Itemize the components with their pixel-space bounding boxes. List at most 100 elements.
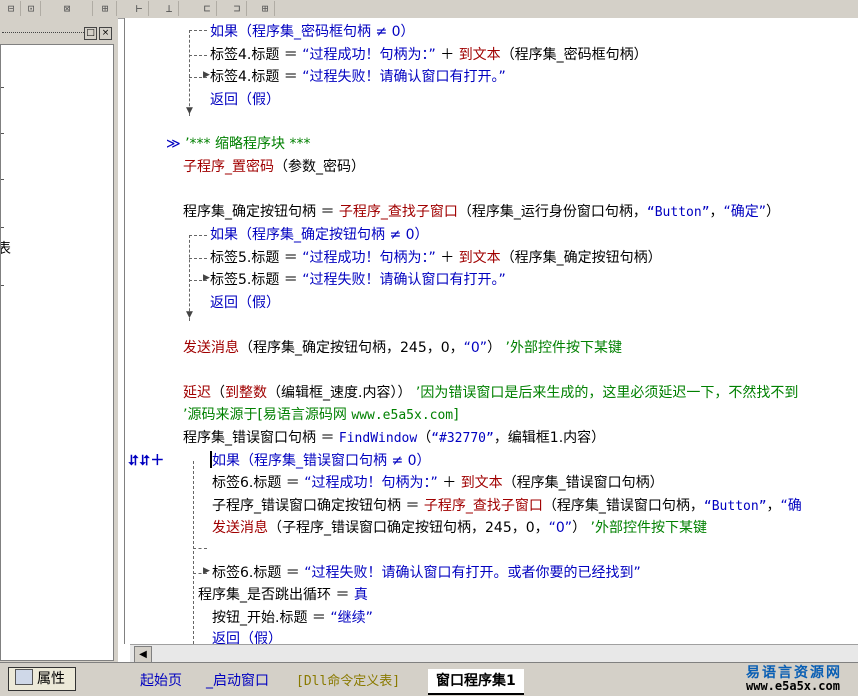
- code-line[interactable]: 如果（程序集_确定按钮句柄 ≠ 0）: [210, 224, 429, 246]
- align-top-icon[interactable]: ⊞: [94, 1, 117, 16]
- code-line[interactable]: 子程序_置密码（参数_密码）: [183, 156, 365, 178]
- code-line[interactable]: 子程序_错误窗口确定按钮句柄 ＝ 子程序_查找子窗口（程序集_错误窗口句柄，“B…: [212, 495, 802, 517]
- height-equal-icon[interactable]: ⊐: [228, 1, 247, 16]
- code-line[interactable]: ’源码来源于[易语言源码网 www.e5a5x.com]: [183, 404, 459, 426]
- horizontal-scrollbar[interactable]: ◀: [130, 644, 858, 664]
- flow-line: [193, 548, 207, 549]
- expand-icon[interactable]: ≫: [166, 136, 181, 152]
- code-text: 标签6.标题 ＝: [212, 565, 305, 581]
- code-line[interactable]: 标签5.标题 ＝ “过程失败！请确认窗口有打开。”: [210, 269, 506, 291]
- string-literal: “过程成功！句柄为：”: [302, 47, 436, 63]
- flow-line: [189, 235, 190, 321]
- comment: ’*** 缩略程序块 ***: [185, 136, 311, 152]
- code-text: 程序集_是否跳出循环 ＝: [198, 587, 354, 603]
- code-line[interactable]: 返回（假）: [210, 292, 280, 314]
- code-text: ＋: [435, 250, 459, 266]
- function-name: 到文本: [460, 475, 503, 491]
- align-right-icon[interactable]: ⊠: [42, 1, 93, 16]
- tab-window-assembly[interactable]: 窗口程序集1: [428, 669, 524, 695]
- code-line[interactable]: 发送消息（子程序_错误窗口确定按钮句柄，245，0，“0”） ’外部控件按下某键: [212, 517, 707, 539]
- string-literal: “0”: [463, 340, 488, 356]
- if-statement: 如果（程序集_确定按钮句柄 ≠ 0）: [210, 227, 429, 243]
- code-line[interactable]: 发送消息（程序集_确定按钮句柄，245，0，“0”） ’外部控件按下某键: [183, 337, 622, 359]
- code-line[interactable]: 标签6.标题 ＝ “过程成功！句柄为：” ＋ 到文本（程序集_错误窗口句柄）: [212, 472, 664, 494]
- space-horizontal-icon[interactable]: ⊢: [130, 1, 149, 16]
- code-text: ，: [766, 498, 781, 514]
- code-text: （程序集_确定按钮句柄，245，0，: [239, 340, 464, 356]
- flow-arrow-icon: ▶: [203, 70, 210, 80]
- code-text: 程序集_错误窗口句柄 ＝: [183, 430, 339, 446]
- function-name: 子程序_查找子窗口: [338, 204, 458, 220]
- project-tree[interactable]: 表: [0, 44, 114, 661]
- width-equal-icon[interactable]: ⊏: [198, 1, 217, 16]
- tab-dll-commands[interactable]: [Dll命令定义表]: [288, 669, 409, 693]
- flow-line: [189, 258, 207, 259]
- comment-url: www.e5a5x.com: [351, 408, 454, 423]
- tab-start-page[interactable]: 起始页: [132, 669, 190, 693]
- code-text: （: [211, 385, 225, 401]
- loop-marker-icon[interactable]: ⮃⮃＋: [128, 450, 164, 472]
- if-statement: 如果（程序集_密码框句柄 ≠ 0）: [210, 24, 415, 40]
- function-name: 子程序_查找子窗口: [423, 498, 543, 514]
- comment: ]: [453, 407, 459, 423]
- string-literal: “Button”: [703, 499, 767, 514]
- code-line[interactable]: 标签4.标题 ＝ “过程成功！句柄为：” ＋ 到文本（程序集_密码框句柄）: [210, 44, 648, 66]
- code-text: 标签5.标题 ＝: [210, 250, 303, 266]
- code-line[interactable]: 按钮_开始.标题 ＝ “继续”: [212, 607, 373, 629]
- code-line[interactable]: 返回（假）: [212, 628, 282, 644]
- keyword: 真: [353, 587, 368, 603]
- alignment-toolbar: ⊟ ⊡ ⊠ ⊞ ⊢ ⊥ ⊏ ⊐ ⊞: [0, 0, 858, 19]
- function-name: 子程序_置密码: [183, 159, 274, 175]
- tree-item-label[interactable]: 表: [1, 238, 11, 258]
- code-line[interactable]: 标签4.标题 ＝ “过程失败！请确认窗口有打开。”: [210, 66, 506, 88]
- flow-line: [189, 55, 207, 56]
- return-statement: 返回（假）: [210, 92, 280, 108]
- code-text: 按钮_开始.标题 ＝: [212, 610, 331, 626]
- tree-connector: [1, 179, 4, 180]
- flow-arrow-icon: ▼: [186, 310, 193, 320]
- flow-line: [189, 30, 190, 116]
- code-line[interactable]: 程序集_确定按钮句柄 ＝ 子程序_查找子窗口（程序集_运行身份窗口句柄，“But…: [183, 201, 780, 223]
- code-line[interactable]: 标签5.标题 ＝ “过程成功！句柄为：” ＋ 到文本（程序集_确定按钮句柄）: [210, 247, 662, 269]
- code-text: 标签4.标题 ＝: [210, 69, 303, 85]
- code-text: 程序集_确定按钮句柄 ＝: [183, 204, 339, 220]
- bottom-tab-bar: 属性 起始页 _启动窗口 [Dll命令定义表] 窗口程序集1: [0, 662, 858, 696]
- pin-icon[interactable]: □: [84, 27, 97, 40]
- code-editor[interactable]: ▶ ▼ ▶ ▼ ▶: [124, 18, 858, 644]
- flow-line: [193, 461, 194, 644]
- string-literal: “过程失败！请确认窗口有打开。或者你要的已经找到”: [304, 565, 641, 581]
- tab-startup-window[interactable]: _启动窗口: [198, 669, 277, 693]
- code-text: ）: [487, 340, 502, 356]
- code-line[interactable]: 程序集_是否跳出循环 ＝ 真: [198, 584, 368, 606]
- code-line[interactable]: 如果（程序集_错误窗口句柄 ≠ 0）: [212, 450, 431, 472]
- code-line[interactable]: 程序集_错误窗口句柄 ＝ FindWindow（“#32770”，编辑框1.内容…: [183, 427, 605, 449]
- brand-url: www.e5a5x.com: [746, 679, 840, 693]
- code-text: ，编辑框1.内容）: [493, 430, 606, 446]
- properties-icon: [15, 669, 33, 685]
- size-equal-icon[interactable]: ⊞: [256, 1, 275, 16]
- align-left-icon[interactable]: ⊟: [2, 1, 21, 16]
- code-line[interactable]: ≫ ’*** 缩略程序块 ***: [166, 133, 310, 155]
- string-literal: “确: [780, 498, 802, 514]
- string-literal: “Button”: [646, 205, 710, 220]
- tab-label: _启动窗口: [206, 673, 269, 689]
- comment: ’外部控件按下某键: [505, 340, 622, 356]
- space-vertical-icon[interactable]: ⊥: [160, 1, 179, 16]
- return-statement: 返回（假）: [212, 631, 282, 644]
- code-line[interactable]: 返回（假）: [210, 89, 280, 111]
- flow-line: [189, 30, 207, 31]
- align-center-icon[interactable]: ⊡: [22, 1, 41, 16]
- code-text: 标签4.标题 ＝: [210, 47, 303, 63]
- code-text: ）: [766, 204, 781, 220]
- code-line[interactable]: 如果（程序集_密码框句柄 ≠ 0）: [210, 21, 415, 43]
- function-name: 到文本: [458, 47, 501, 63]
- code-line[interactable]: 标签6.标题 ＝ “过程失败！请确认窗口有打开。或者你要的已经找到”: [212, 562, 641, 584]
- code-line[interactable]: 延迟（到整数（编辑框_速度.内容）） ’因为错误窗口是后来生成的，这里必须延迟一…: [183, 382, 798, 404]
- code-text: 子程序_错误窗口确定按钮句柄 ＝: [212, 498, 424, 514]
- tree-connector: [1, 227, 4, 228]
- return-statement: 返回（假）: [210, 295, 280, 311]
- function-name: 发送消息: [183, 340, 239, 356]
- close-icon[interactable]: ×: [99, 27, 112, 40]
- properties-button[interactable]: 属性: [8, 667, 76, 691]
- code-text: （子程序_错误窗口确定按钮句柄，245，0，: [268, 520, 549, 536]
